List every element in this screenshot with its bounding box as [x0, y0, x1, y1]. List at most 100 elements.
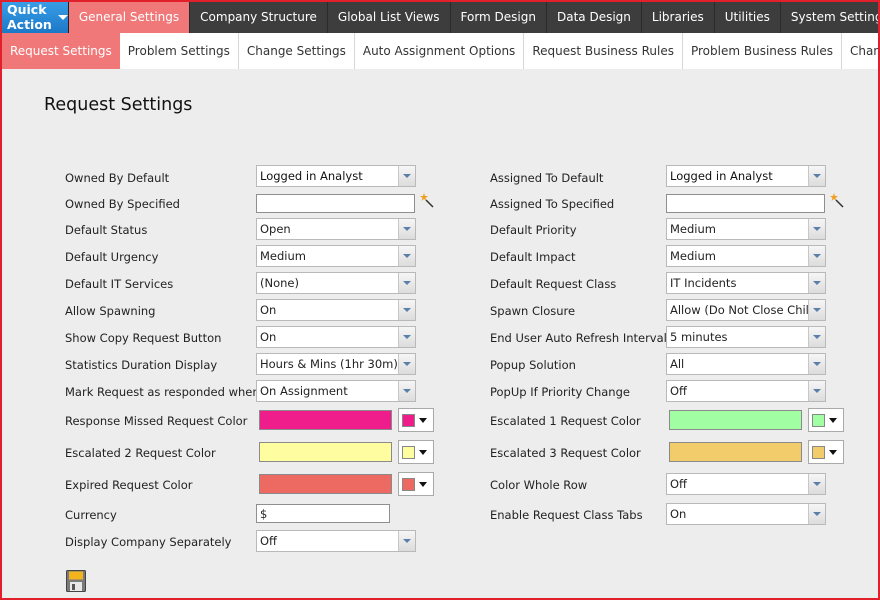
magic-wand-icon[interactable]: [830, 192, 844, 208]
assigned-to-specified-input[interactable]: [666, 194, 825, 213]
default-urgency-value: Medium: [260, 249, 306, 263]
end-user-auto-refresh-label: End User Auto Refresh Interval: [490, 331, 667, 345]
tab-company-structure[interactable]: Company Structure: [190, 0, 328, 33]
chevron-down-icon[interactable]: [398, 327, 415, 347]
allow-spawning-label: Allow Spawning: [65, 304, 156, 318]
owned-by-default-select[interactable]: Logged in Analyst: [256, 165, 416, 187]
quick-action-button[interactable]: Quick Action: [0, 0, 69, 33]
magic-wand-icon[interactable]: [420, 192, 434, 208]
statistics-duration-display-select[interactable]: Hours & Mins (1hr 30m): [256, 353, 416, 375]
chevron-down-icon[interactable]: [398, 219, 415, 239]
owned-by-default-label: Owned By Default: [65, 171, 170, 185]
popup-if-priority-change-value: Off: [670, 384, 687, 398]
default-priority-value: Medium: [670, 222, 716, 236]
end-user-auto-refresh-select[interactable]: 5 minutes: [666, 326, 826, 348]
spawn-closure-label: Spawn Closure: [490, 304, 576, 318]
chevron-down-icon[interactable]: [808, 327, 825, 347]
popup-if-priority-change-label: PopUp If Priority Change: [490, 385, 630, 399]
popup-solution-select[interactable]: All: [666, 353, 826, 375]
chevron-down-icon[interactable]: [808, 354, 825, 374]
chevron-down-icon[interactable]: [398, 354, 415, 374]
color-whole-row-label: Color Whole Row: [490, 478, 588, 492]
chevron-down-icon[interactable]: [808, 381, 825, 401]
subtab-change-settings[interactable]: Change Settings: [239, 33, 355, 69]
escalated2-color-picker[interactable]: [398, 440, 434, 464]
owned-by-default-value: Logged in Analyst: [260, 169, 363, 183]
chevron-down-icon[interactable]: [808, 166, 825, 186]
assigned-to-default-select[interactable]: Logged in Analyst: [666, 165, 826, 187]
expired-color-label: Expired Request Color: [65, 478, 193, 492]
show-copy-request-button-select[interactable]: On: [256, 326, 416, 348]
tab-data-design[interactable]: Data Design: [547, 0, 642, 33]
tab-libraries[interactable]: Libraries: [642, 0, 715, 33]
default-status-select[interactable]: Open: [256, 218, 416, 240]
save-icon[interactable]: [66, 570, 86, 592]
default-impact-value: Medium: [670, 249, 716, 263]
chevron-down-icon[interactable]: [398, 381, 415, 401]
owned-by-specified-label: Owned By Specified: [65, 197, 180, 211]
end-user-auto-refresh-value: 5 minutes: [670, 330, 728, 344]
response-missed-color-label: Response Missed Request Color: [65, 414, 248, 428]
chevron-down-icon[interactable]: [398, 531, 415, 551]
default-urgency-select[interactable]: Medium: [256, 245, 416, 267]
default-priority-select[interactable]: Medium: [666, 218, 826, 240]
subtab-auto-assignment-options[interactable]: Auto Assignment Options: [355, 33, 525, 69]
chevron-down-icon[interactable]: [398, 300, 415, 320]
escalated3-color-picker[interactable]: [808, 440, 844, 464]
default-it-services-value: (None): [260, 276, 299, 290]
default-request-class-label: Default Request Class: [490, 277, 617, 291]
currency-label: Currency: [65, 508, 117, 522]
spawn-closure-select[interactable]: Allow (Do Not Close Child: [666, 299, 826, 321]
tab-system-settings[interactable]: System Settings: [781, 0, 880, 33]
response-missed-color-swatch: [259, 410, 392, 430]
chevron-down-icon[interactable]: [398, 166, 415, 186]
chevron-down-icon: [57, 15, 68, 20]
default-it-services-select[interactable]: (None): [256, 272, 416, 294]
color-whole-row-value: Off: [670, 477, 687, 491]
tab-utilities[interactable]: Utilities: [715, 0, 781, 33]
chevron-down-icon[interactable]: [808, 273, 825, 293]
subtab-change-business-rules[interactable]: Change Busines: [842, 33, 878, 69]
subtab-problem-settings[interactable]: Problem Settings: [120, 33, 239, 69]
display-company-separately-value: Off: [260, 534, 277, 548]
response-missed-color-picker[interactable]: [398, 408, 434, 432]
chevron-down-icon[interactable]: [398, 246, 415, 266]
currency-input[interactable]: $: [256, 504, 390, 523]
escalated1-color-picker[interactable]: [808, 408, 844, 432]
tab-global-list-views[interactable]: Global List Views: [328, 0, 451, 33]
chevron-down-icon: [419, 417, 427, 423]
chevron-down-icon[interactable]: [808, 504, 825, 524]
color-chip: [402, 477, 415, 491]
subtab-problem-business-rules[interactable]: Problem Business Rules: [683, 33, 842, 69]
default-impact-select[interactable]: Medium: [666, 245, 826, 267]
chevron-down-icon[interactable]: [808, 474, 825, 494]
expired-color-picker[interactable]: [398, 472, 434, 496]
chevron-down-icon: [419, 449, 427, 455]
display-company-separately-label: Display Company Separately: [65, 535, 232, 549]
chevron-down-icon: [829, 417, 837, 423]
popup-if-priority-change-select[interactable]: Off: [666, 380, 826, 402]
subtab-request-business-rules[interactable]: Request Business Rules: [524, 33, 683, 69]
default-request-class-select[interactable]: IT Incidents: [666, 272, 826, 294]
expired-color-swatch: [259, 474, 392, 494]
subtab-request-settings[interactable]: Request Settings: [2, 33, 120, 69]
escalated1-color-label: Escalated 1 Request Color: [490, 414, 641, 428]
enable-request-class-tabs-label: Enable Request Class Tabs: [490, 508, 643, 522]
chevron-down-icon[interactable]: [808, 246, 825, 266]
show-copy-request-button-value: On: [260, 330, 277, 344]
chevron-down-icon[interactable]: [808, 300, 825, 320]
escalated3-color-label: Escalated 3 Request Color: [490, 446, 641, 460]
tab-general-settings[interactable]: General Settings: [68, 0, 191, 33]
chevron-down-icon[interactable]: [398, 273, 415, 293]
enable-request-class-tabs-select[interactable]: On: [666, 503, 826, 525]
allow-spawning-value: On: [260, 303, 277, 317]
allow-spawning-select[interactable]: On: [256, 299, 416, 321]
color-whole-row-select[interactable]: Off: [666, 473, 826, 495]
chevron-down-icon: [829, 449, 837, 455]
default-urgency-label: Default Urgency: [65, 250, 159, 264]
chevron-down-icon[interactable]: [808, 219, 825, 239]
owned-by-specified-input[interactable]: [256, 194, 415, 213]
display-company-separately-select[interactable]: Off: [256, 530, 416, 552]
tab-form-design[interactable]: Form Design: [451, 0, 547, 33]
mark-request-responded-select[interactable]: On Assignment: [256, 380, 416, 402]
